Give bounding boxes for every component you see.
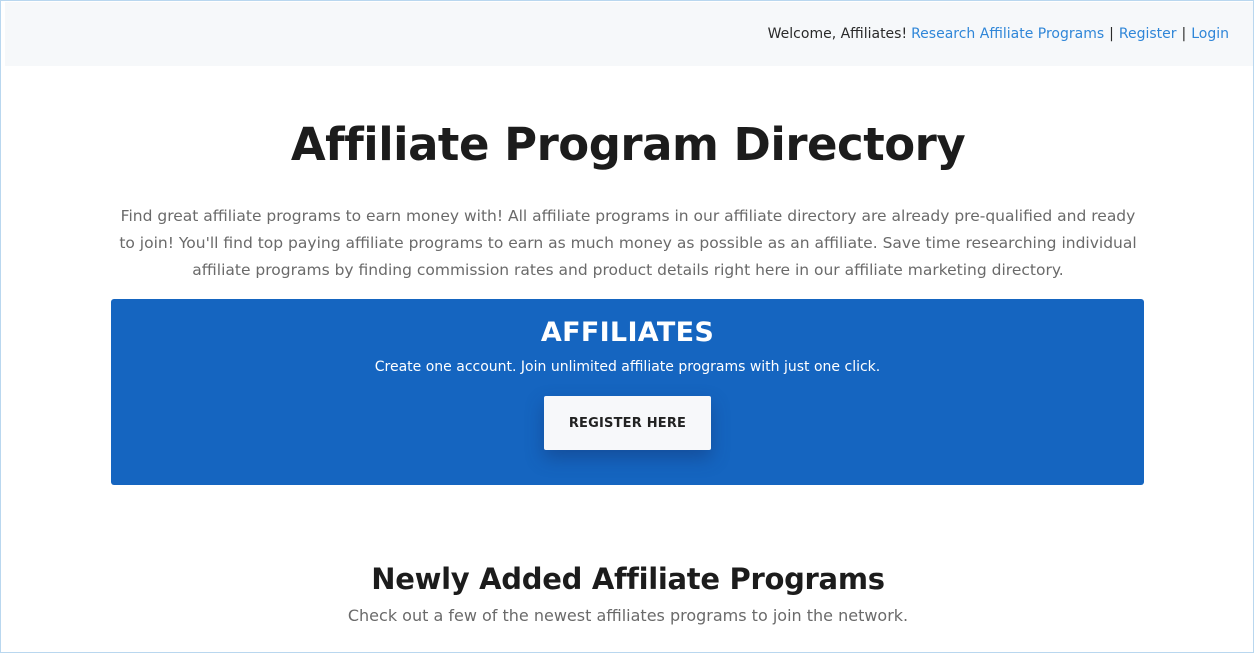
banner-subtitle: Create one account. Join unlimited affil… xyxy=(374,359,881,375)
research-affiliate-programs-link[interactable]: Research Affiliate Programs xyxy=(911,26,1104,42)
banner-title: AFFILIATES xyxy=(540,317,715,348)
page-title: Affiliate Program Directory xyxy=(290,118,966,171)
page-frame: Welcome, Affiliates! Research Affiliate … xyxy=(0,0,1254,653)
intro-paragraph: Find great affiliate programs to earn mo… xyxy=(119,207,1137,279)
top-nav-bar: Welcome, Affiliates! Research Affiliate … xyxy=(5,2,1253,66)
register-here-button[interactable]: REGISTER HERE xyxy=(544,396,711,450)
newly-added-title: Newly Added Affiliate Programs xyxy=(371,562,885,596)
welcome-text: Welcome, Affiliates! xyxy=(767,26,908,42)
register-link[interactable]: Register xyxy=(1119,26,1177,42)
login-link[interactable]: Login xyxy=(1191,26,1229,42)
affiliates-banner: AFFILIATES Create one account. Join unli… xyxy=(111,299,1144,485)
nav-separator: | xyxy=(1181,26,1187,42)
newly-added-subtitle: Check out a few of the newest affiliates… xyxy=(347,606,909,625)
nav-separator: | xyxy=(1109,26,1114,42)
